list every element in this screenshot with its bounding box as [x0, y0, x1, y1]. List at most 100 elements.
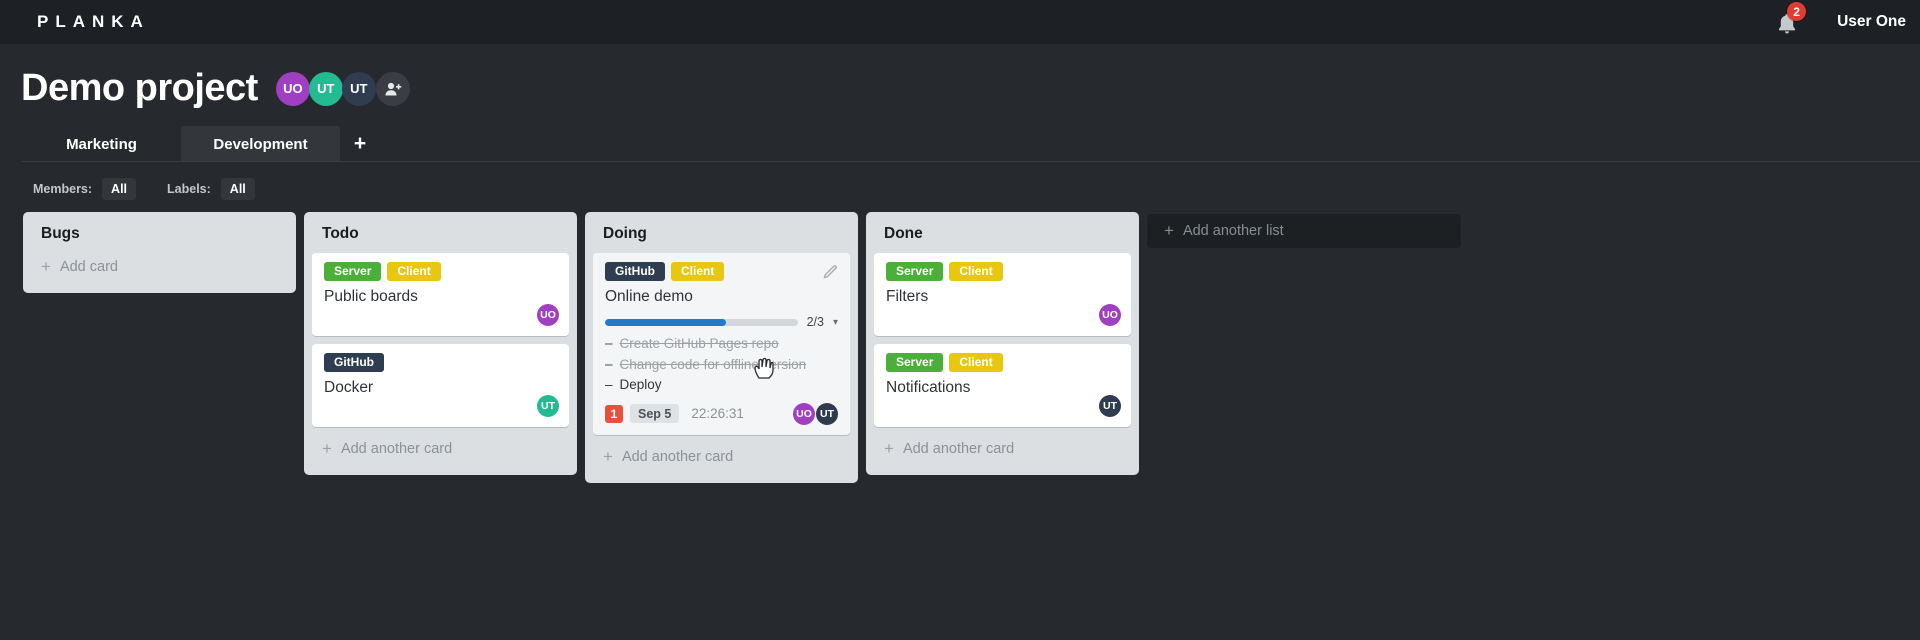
add-board-button[interactable]: +	[340, 126, 380, 162]
label-github[interactable]: GitHub	[324, 353, 384, 373]
card-public-boards[interactable]: Server Client Public boards UO	[312, 253, 569, 336]
add-card-button[interactable]: + Add card	[23, 253, 296, 289]
list-doing: Doing GitHub Client Online demo 2/3 ▾ – …	[585, 212, 858, 483]
add-card-label: Add card	[59, 259, 118, 275]
list-title[interactable]: Bugs	[23, 212, 296, 253]
add-card-label: Add another card	[340, 441, 453, 457]
labels-row: GitHub Client	[605, 262, 838, 282]
due-date-badge[interactable]: Sep 5	[630, 404, 680, 424]
project-title[interactable]: Demo project	[21, 67, 258, 110]
add-card-label: Add another card	[621, 448, 734, 465]
add-card-label: Add another card	[902, 441, 1015, 457]
label-client[interactable]: Client	[387, 262, 441, 282]
card-notifications[interactable]: Server Client Notifications UT	[874, 344, 1131, 427]
card-title[interactable]: Public boards	[324, 288, 557, 306]
add-card-button[interactable]: + Add another card	[866, 435, 1139, 471]
progress-fill	[605, 318, 727, 326]
plus-icon: +	[884, 439, 894, 458]
task-dash: –	[605, 356, 613, 372]
labels-row: Server Client	[324, 262, 557, 282]
card-docker[interactable]: GitHub Docker UT	[312, 344, 569, 427]
planka-logo[interactable]: PLANKA	[37, 12, 150, 32]
plus-icon: +	[1164, 221, 1174, 240]
notifications-button[interactable]: 2	[1777, 2, 1807, 35]
user-menu-button[interactable]: User One	[1837, 13, 1906, 31]
topbar-right: 2 User One	[1777, 2, 1906, 35]
member-avatar-uo[interactable]: UO	[275, 71, 310, 106]
labels-filter-label: Labels:	[167, 182, 211, 196]
progress-bar	[605, 318, 798, 326]
labels-filter-value[interactable]: All	[220, 178, 255, 200]
tasks-progress: 2/3 ▾	[605, 315, 838, 329]
label-client[interactable]: Client	[949, 262, 1003, 282]
notification-count-badge: 1	[605, 404, 623, 423]
members-filter-value[interactable]: All	[102, 178, 137, 200]
project-members: UO UT UT	[275, 71, 410, 106]
list-title[interactable]: Todo	[304, 212, 577, 253]
list-title[interactable]: Done	[866, 212, 1139, 253]
label-server[interactable]: Server	[886, 262, 944, 282]
card-title[interactable]: Notifications	[886, 379, 1119, 397]
top-bar: PLANKA 2 User One	[0, 0, 1920, 44]
labels-row: GitHub	[324, 353, 557, 373]
list-done: Done Server Client Filters UO Server Cli…	[866, 212, 1139, 475]
task-item[interactable]: – Change code for offline version	[605, 355, 838, 376]
labels-row: Server Client	[886, 353, 1119, 373]
label-server[interactable]: Server	[886, 353, 944, 373]
plus-icon: +	[603, 446, 613, 466]
notification-count-badge: 2	[1787, 2, 1807, 21]
card-member-avatar[interactable]: UT	[537, 395, 559, 417]
card-filters[interactable]: Server Client Filters UO	[874, 253, 1131, 336]
label-client[interactable]: Client	[949, 353, 1003, 373]
member-avatar-ut2[interactable]: UT	[341, 71, 376, 106]
cards-container: Server Client Public boards UO GitHub Do…	[304, 253, 577, 427]
progress-count: 2/3	[806, 315, 824, 330]
plus-icon: +	[41, 257, 51, 276]
edit-card-icon[interactable]	[823, 264, 838, 279]
timer-value[interactable]: 22:26:31	[691, 406, 744, 421]
add-list-button[interactable]: + Add another list	[1147, 214, 1461, 248]
filter-bar: Members: All Labels: All	[0, 162, 1920, 202]
project-header: Demo project UO UT UT	[0, 44, 1920, 116]
members-filter-label: Members:	[33, 182, 93, 196]
task-text: Deploy	[619, 377, 662, 393]
board: Bugs + Add card Todo Server Client Publi…	[0, 202, 1920, 483]
board-tabs: Marketing Development +	[0, 116, 1920, 162]
task-item[interactable]: – Deploy	[605, 375, 838, 396]
add-card-button[interactable]: + Add another card	[304, 435, 577, 471]
labels-row: Server Client	[886, 262, 1119, 282]
task-item[interactable]: – Create GitHub Pages repo	[605, 334, 838, 355]
card-member-avatar[interactable]: UO	[1099, 304, 1121, 326]
list-todo: Todo Server Client Public boards UO GitH…	[304, 212, 577, 475]
add-member-icon	[385, 82, 402, 95]
tabs-divider	[22, 161, 1920, 162]
tab-development[interactable]: Development	[181, 126, 340, 162]
chevron-down-icon[interactable]: ▾	[833, 317, 838, 328]
tab-marketing[interactable]: Marketing	[22, 126, 181, 162]
add-card-button[interactable]: + Add another card	[585, 443, 858, 479]
task-text: Change code for offline version	[619, 356, 807, 372]
card-member-avatar[interactable]: UO	[537, 304, 559, 326]
task-text: Create GitHub Pages repo	[619, 336, 779, 352]
card-member-avatar[interactable]: UT	[1099, 395, 1121, 417]
cards-container: Server Client Filters UO Server Client N…	[866, 253, 1139, 427]
label-github[interactable]: GitHub	[605, 262, 665, 282]
card-member-avatar[interactable]: UT	[816, 402, 838, 425]
card-title[interactable]: Filters	[886, 288, 1119, 306]
card-title[interactable]: Docker	[324, 379, 557, 397]
task-dash: –	[605, 336, 613, 352]
label-server[interactable]: Server	[324, 262, 382, 282]
card-member-avatar[interactable]: UO	[793, 402, 815, 425]
card-footer: 1 Sep 5 22:26:31 UO UT	[605, 402, 838, 425]
member-avatar-ut1[interactable]: UT	[308, 71, 343, 106]
label-client[interactable]: Client	[671, 262, 725, 282]
planka-app: PLANKA 2 User One Demo project UO UT UT	[0, 0, 1920, 640]
add-member-button[interactable]	[375, 71, 410, 106]
card-title[interactable]: Online demo	[605, 288, 838, 306]
card-online-demo[interactable]: GitHub Client Online demo 2/3 ▾ – Create…	[593, 253, 850, 435]
cards-container: GitHub Client Online demo 2/3 ▾ – Create…	[585, 253, 858, 435]
task-dash: –	[605, 377, 613, 393]
plus-icon: +	[322, 439, 332, 458]
add-list-label: Add another list	[1182, 223, 1284, 239]
list-title[interactable]: Doing	[585, 212, 858, 253]
